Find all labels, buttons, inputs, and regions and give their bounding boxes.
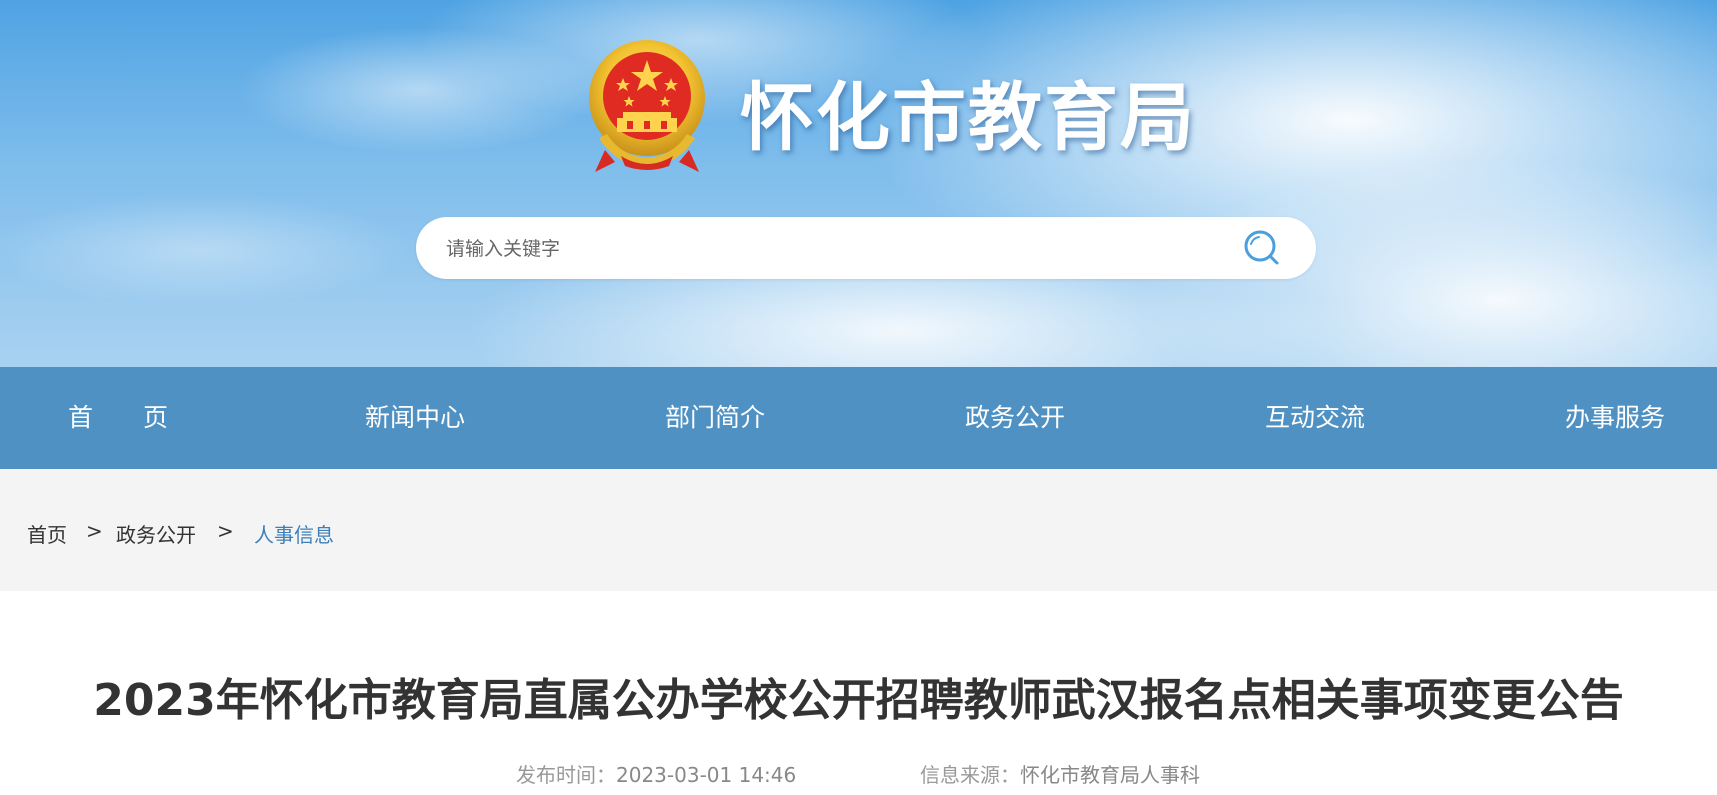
nav-item-department[interactable]: 部门简介 (665, 367, 765, 469)
search-icon (1244, 230, 1279, 265)
nav-item-news[interactable]: 新闻中心 (365, 367, 465, 469)
search-input[interactable] (444, 231, 1228, 267)
nav-item-services[interactable]: 办事服务 (1565, 367, 1665, 469)
breadcrumb-item-government-affairs[interactable]: 政务公开 (116, 519, 196, 548)
sky-background (0, 0, 1717, 367)
search-button[interactable] (1240, 227, 1284, 269)
nav-item-interaction[interactable]: 互动交流 (1265, 367, 1365, 469)
breadcrumb: 首页 > 政务公开 > 人事信息 (0, 469, 1717, 591)
publish-time-value: 2023-03-01 14:46 (616, 763, 797, 787)
site-title[interactable]: 怀化市教育局 (740, 58, 1196, 165)
publish-time-label: 发布时间： (516, 763, 616, 787)
breadcrumb-separator: > (217, 519, 234, 543)
info-source-value: 怀化市教育局人事科 (1020, 763, 1200, 787)
info-source-label: 信息来源： (920, 763, 1020, 787)
breadcrumb-item-personnel-info[interactable]: 人事信息 (254, 519, 334, 548)
info-source: 信息来源：怀化市教育局人事科 (920, 759, 1200, 788)
article-title: 2023年怀化市教育局直属公办学校公开招聘教师武汉报名点相关事项变更公告 (93, 675, 1624, 726)
breadcrumb-item-home[interactable]: 首页 (27, 519, 67, 548)
search-bar (416, 217, 1316, 279)
nav-item-home[interactable]: 首 页 (68, 367, 168, 469)
national-emblem-icon (589, 40, 705, 172)
nav-item-government-affairs[interactable]: 政务公开 (965, 367, 1065, 469)
breadcrumb-separator: > (86, 519, 103, 543)
main-nav: 首 页 新闻中心 部门简介 政务公开 互动交流 办事服务 (0, 367, 1717, 469)
header-banner: 怀化市教育局 (0, 0, 1717, 367)
publish-time: 发布时间：2023-03-01 14:46 (516, 759, 796, 788)
